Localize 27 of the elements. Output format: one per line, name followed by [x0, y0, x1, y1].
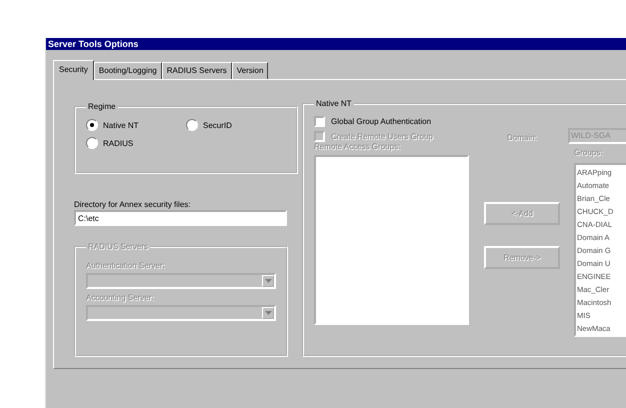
directory-field[interactable]: C:\etc — [74, 210, 287, 226]
domain-label: Domain: — [507, 133, 537, 142]
tab[interactable]: Security — [53, 60, 94, 80]
radio-button[interactable] — [86, 137, 98, 149]
window-title: Server Tools Options — [48, 39, 138, 49]
list-label: Groups: — [574, 148, 604, 157]
field-label: Authentication Server: — [86, 261, 166, 270]
tab[interactable]: RADIUS Servers — [162, 62, 232, 79]
group-title: Native NT — [315, 99, 353, 108]
radio-label: RADIUS — [103, 138, 134, 148]
radio-button[interactable] — [86, 119, 98, 131]
field-label: Accounting Server: — [86, 293, 155, 302]
tab[interactable]: Version — [232, 62, 268, 79]
checkbox-label: Global Group Authentication — [331, 117, 432, 126]
tab[interactable]: Booting/Logging — [94, 62, 162, 79]
radio-button[interactable] — [186, 119, 198, 131]
checkbox-label: Create Remote Users Group — [331, 132, 433, 141]
group-title: RADIUS Servers — [87, 242, 150, 251]
group-title: Regime — [87, 102, 117, 111]
list-label: Remote Access Groups: — [314, 142, 402, 151]
dropdown[interactable] — [86, 273, 276, 289]
radio-label: Native NT — [103, 120, 139, 130]
group-list[interactable] — [314, 155, 469, 325]
directory-label: Directory for Annex security files: — [74, 200, 192, 209]
checkbox[interactable] — [314, 116, 325, 127]
radio-label: SecurID — [203, 120, 232, 130]
dropdown[interactable] — [86, 305, 276, 321]
